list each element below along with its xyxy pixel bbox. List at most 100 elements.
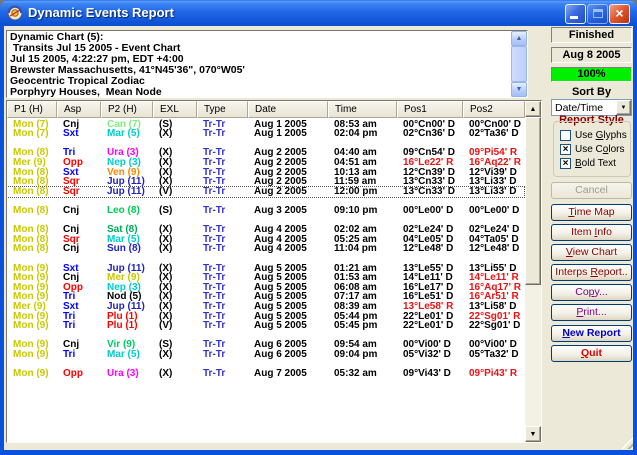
checkbox-label: Use Colors [575,144,624,155]
table-cell: 05:32 am [329,369,377,379]
table-cell: 22°Le01' D [398,321,453,331]
column-header[interactable]: P1 (H) [7,101,57,118]
table-cell: Sxt [58,129,79,139]
table-cell: 02:04 pm [329,129,377,139]
table-cell: (V) [154,321,172,331]
minimize-button[interactable] [565,4,586,24]
copy-button[interactable]: Copy... [551,284,632,301]
interps-report-button[interactable]: Interps Report.. [551,264,632,281]
table-cell: Aug 7 2005 [249,369,307,379]
table-cell: Mar (5) [102,350,140,360]
cancel-button[interactable]: Cancel [551,182,632,199]
table-cell: 02°Ta36' D [464,129,519,139]
status-panel: Finished [551,27,632,43]
table-cell: Mar (5) [102,129,140,139]
checkbox-bold-text[interactable]: × Bold Text [560,157,630,170]
close-button[interactable]: × [609,4,630,24]
table-row[interactable]: Mon (8)CnjSun (8)(X)Tr-TrAug 4 200511:04… [7,244,524,254]
table-cell: (X) [154,244,172,254]
table-cell: 12°Le48' D [464,244,519,254]
scroll-up-icon[interactable]: ▲ [511,31,527,46]
table-cell: Aug 1 2005 [249,129,307,139]
maximize-icon [593,9,603,18]
column-header[interactable]: Date [248,101,328,118]
column-header[interactable]: EXL [153,101,197,118]
quit-button[interactable]: Quit [551,345,632,362]
column-header[interactable]: Pos1 [397,101,463,118]
table-header: P1 (H)AspP2 (H)EXLTypeDateTimePos1Pos2 [7,101,525,118]
sort-by-label: Sort By [551,86,632,98]
table-cell: Mon (9) [8,369,49,379]
minimize-icon [570,16,578,19]
table-cell: 02°Cn36' D [398,129,455,139]
table-cell: Tr-Tr [198,369,225,379]
table-cell: 13°Cn33' D [398,187,455,197]
print-button[interactable]: Print... [551,304,632,321]
item-info-button[interactable]: Item Info [551,224,632,241]
maximize-button[interactable] [587,4,608,24]
table-cell: 00°Le00' D [464,206,519,216]
view-chart-button[interactable]: View Chart [551,244,632,261]
table-scroll-thumb[interactable] [525,117,541,285]
table-row[interactable]: Mon (9)TriPlu (1)(V)Tr-TrAug 5 200505:45… [7,321,524,331]
new-report-button[interactable]: New Report [551,325,632,342]
column-header[interactable]: Time [328,101,397,118]
info-scroll-thumb[interactable] [511,46,527,82]
table-cell: Tr-Tr [198,321,225,331]
info-lines: Dynamic Chart (5): Transits Jul 15 2005 … [10,32,509,98]
table-cell: 05°Ta32' D [464,350,519,360]
time-map-button[interactable]: Time Map [551,204,632,221]
checkbox-box[interactable] [560,130,571,141]
table-cell: Tri [58,350,75,360]
table-row[interactable]: Mon (9)OppUra (3)(X)Tr-TrAug 7 200505:32… [7,369,524,379]
title-bar[interactable]: Dynamic Events Report × [0,0,637,26]
table-row[interactable]: Mon (8)CnjLeo (8)(S)Tr-TrAug 3 200509:10… [7,206,524,216]
info-line: Porphyry Houses, Mean Node [10,87,509,98]
table-cell: 13°Li33' D [464,187,517,197]
scroll-down-icon[interactable]: ▼ [511,82,527,97]
table-cell: Leo (8) [102,206,140,216]
table-cell: Aug 5 2005 [249,321,307,331]
column-header[interactable]: Asp [57,101,101,118]
scroll-up-icon[interactable]: ▲ [525,101,541,117]
progress-bar: 100% [551,67,632,82]
report-style-group: Use Glyphs × Use Colors × Bold Text [553,121,631,177]
table-row[interactable]: Mon (7)SxtMar (5)(X)Tr-TrAug 1 200502:04… [7,129,524,139]
checkbox-box[interactable]: × [560,144,571,155]
column-header[interactable]: P2 (H) [101,101,153,118]
table-cell: Mon (9) [8,321,49,331]
table-cell: Tr-Tr [198,187,225,197]
table-cell: (S) [154,206,172,216]
info-scrollbar[interactable]: ▲ ▼ [511,31,527,97]
table-cell: 05°Vi32' D [398,350,451,360]
table-cell: Jup (11) [102,187,145,197]
checkbox-label: Bold Text [575,158,616,169]
checkbox-use-glyphs[interactable]: Use Glyphs [560,129,630,142]
table-cell: 09:04 pm [329,350,377,360]
table-cell: 09°Pi43' R [464,369,517,379]
table-cell: Ura (3) [102,369,139,379]
table-cell: 12°Le48' D [398,244,453,254]
table-cell: (X) [154,350,172,360]
table-cell: 09°Vi43' D [398,369,451,379]
window-title: Dynamic Events Report [28,5,174,20]
table-cell: Tr-Tr [198,206,225,216]
table-cell: 09:10 pm [329,206,377,216]
table-scrollbar[interactable]: ▲ ▼ [525,101,541,442]
table-row[interactable]: Mon (8)SqrJup (11)(V)Tr-TrAug 2 200512:0… [7,187,524,197]
column-header[interactable]: Pos2 [463,101,525,118]
current-date-panel: Aug 8 2005 [551,47,632,63]
table-cell: Plu (1) [102,321,138,331]
table-row[interactable]: Mon (9)TriMar (5)(X)Tr-TrAug 6 200509:04… [7,350,524,360]
checkbox-box[interactable]: × [560,158,571,169]
chevron-down-icon[interactable]: ▼ [616,100,631,115]
table-body: Mon (7)CnjCan (7)(S)Tr-TrAug 1 200508:53… [7,118,525,442]
table-cell: Opp [58,369,83,379]
table-cell: Mon (9) [8,350,49,360]
checkbox-label: Use Glyphs [575,130,627,141]
scroll-down-icon[interactable]: ▼ [525,426,541,442]
column-header[interactable]: Type [197,101,248,118]
table-cell: Tri [58,321,75,331]
checkbox-use-colors[interactable]: × Use Colors [560,143,630,156]
table-cell: Tr-Tr [198,244,225,254]
